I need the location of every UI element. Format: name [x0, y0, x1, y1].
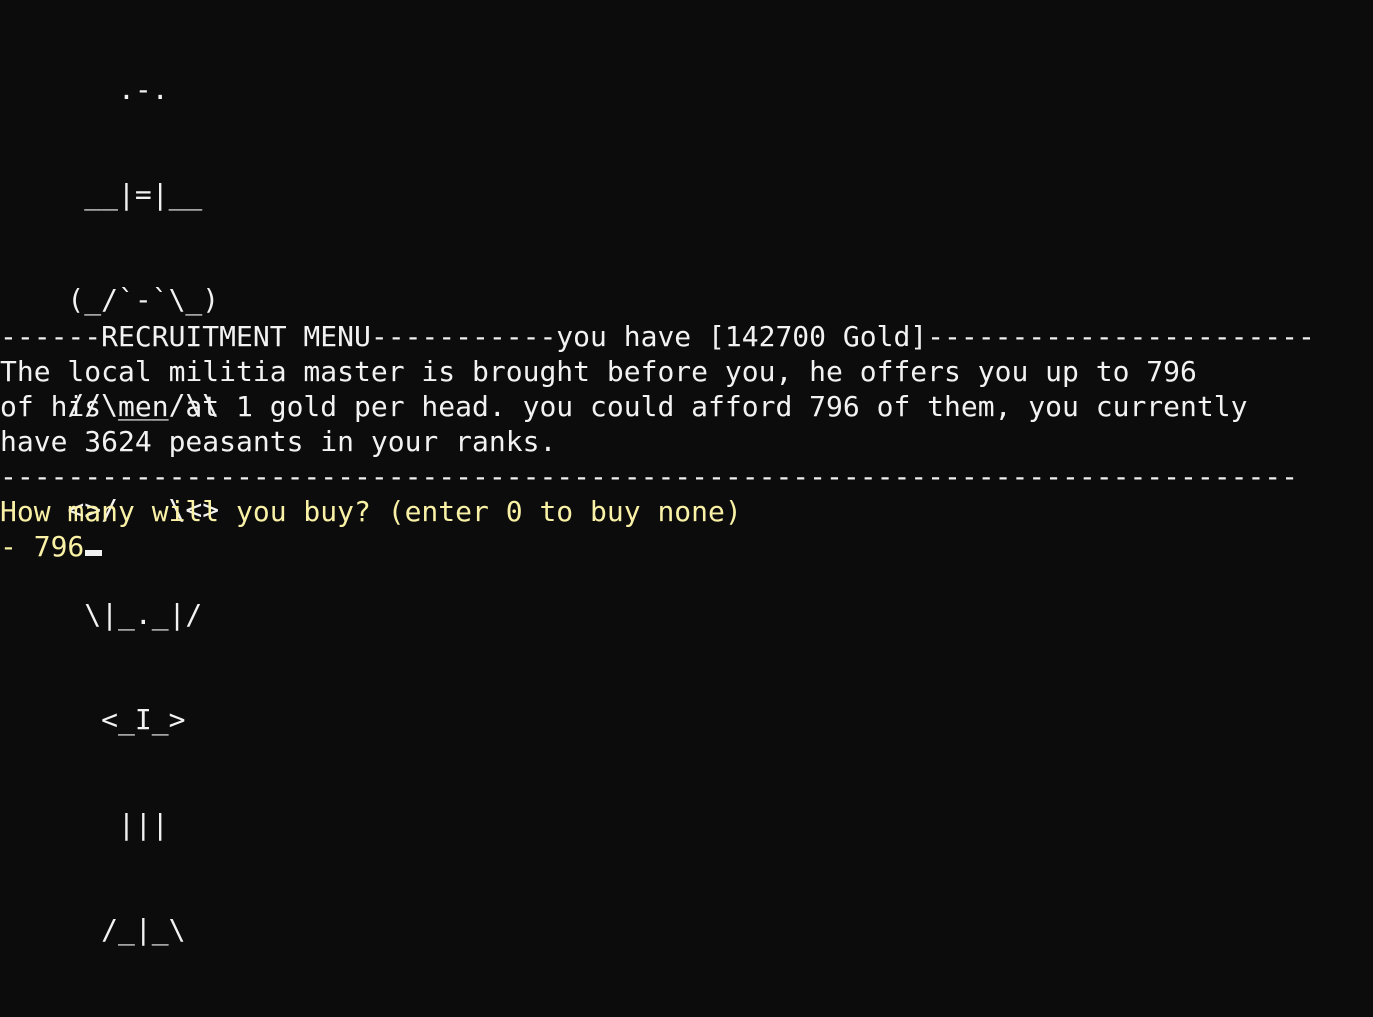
recruitment-menu-header: ------RECRUITMENT MENU-----------you hav… [0, 320, 1315, 353]
input-prefix: - [0, 530, 34, 563]
ascii-art-line: \|_._|/ [0, 598, 203, 631]
ascii-art-line: /_|_\ [0, 913, 186, 946]
description-line: of his men at 1 gold per head. you could… [0, 390, 1248, 423]
text-cursor [85, 550, 103, 556]
purchase-prompt: How many will you buy? (enter 0 to buy n… [0, 495, 742, 528]
ascii-art-line: <_I_> [0, 703, 186, 736]
ascii-art-line: __|=|__ [0, 178, 203, 211]
ascii-art-line: (_/`-`\_) [0, 283, 220, 316]
ascii-art-line: .-. [0, 73, 169, 106]
quantity-input[interactable]: 796 [34, 530, 85, 563]
description-line: The local militia master is brought befo… [0, 355, 1197, 388]
command-input-line[interactable]: - 796 [0, 529, 103, 564]
separator-line: ----------------------------------------… [0, 460, 1299, 493]
terminal-window: .-. __|=|__ (_/`-`\_) //\___/\\ <>/ \<> … [0, 0, 1373, 946]
ascii-art-line: ||| [0, 808, 169, 841]
description-line: have 3624 peasants in your ranks. [0, 425, 557, 458]
